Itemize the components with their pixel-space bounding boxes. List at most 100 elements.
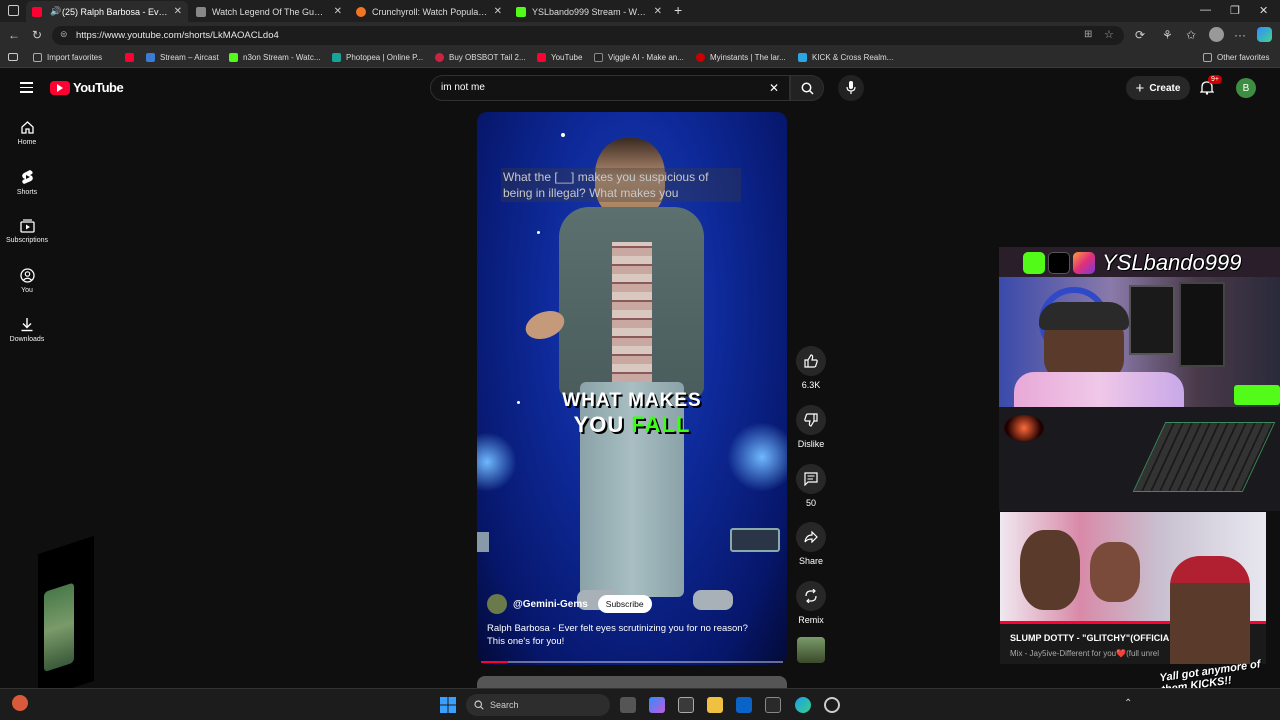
crowd-figure <box>1090 542 1140 602</box>
kick-favicon-icon <box>516 6 526 17</box>
kick-badge-icon <box>1234 385 1280 405</box>
fav-youtube-icon-only[interactable] <box>125 53 139 62</box>
dislike-label: Dislike <box>797 439 825 449</box>
browser-tab-strip: 🔊 (25) Ralph Barbosa - Ever fel ✕ Watch … <box>0 0 1280 22</box>
address-bar[interactable]: ⊜ https://www.youtube.com/shorts/LkMAOAC… <box>52 26 1124 45</box>
fav-photopea[interactable]: Photopea | Online P... <box>332 53 423 62</box>
plus-icon: + <box>1135 79 1145 97</box>
progress-bar[interactable] <box>481 661 783 663</box>
sidebar-item-subscriptions[interactable]: Subscriptions <box>0 219 54 244</box>
kick-icon <box>1023 252 1045 274</box>
copilot-icon[interactable] <box>1257 27 1272 42</box>
create-button[interactable]: + Create <box>1126 76 1190 100</box>
fav-myinstants[interactable]: Myinstants | The lar... <box>696 53 786 62</box>
sound-thumbnail[interactable] <box>797 637 825 663</box>
outlook-icon[interactable] <box>736 697 752 713</box>
stage-monitor <box>730 528 780 552</box>
site-info-icon[interactable]: ⊜ <box>60 29 68 40</box>
more-options-icon[interactable]: ··· <box>1234 28 1246 42</box>
fav-obsbot[interactable]: Buy OBSBOT Tail 2... <box>435 53 526 62</box>
share-button[interactable]: Share <box>792 522 830 566</box>
close-window-icon[interactable]: ✕ <box>1259 4 1268 17</box>
app-icon[interactable] <box>765 697 781 713</box>
settings-gear-icon[interactable] <box>824 697 840 713</box>
channel-avatar[interactable] <box>487 594 507 614</box>
sidebar-toggle-icon[interactable] <box>8 53 18 61</box>
sidebar-item-downloads[interactable]: Downloads <box>0 317 54 343</box>
sidebar-item-shorts[interactable]: Shorts <box>0 169 54 196</box>
clear-search-icon[interactable]: ✕ <box>769 81 779 95</box>
video-description[interactable]: Ralph Barbosa - Ever felt eyes scrutiniz… <box>487 622 767 648</box>
remix-button[interactable]: Remix <box>792 581 830 625</box>
download-icon <box>21 318 33 332</box>
myinstants-icon <box>696 53 705 62</box>
close-tab-icon[interactable]: ✕ <box>654 6 662 17</box>
new-tab-button[interactable]: + <box>674 2 682 18</box>
like-count: 6.3K <box>801 380 821 390</box>
menu-icon[interactable] <box>20 82 33 93</box>
fav-viggle[interactable]: Viggle AI - Make an... <box>594 53 684 62</box>
tab-crunchyroll[interactable]: Crunchyroll: Watch Popular Anim ✕ <box>350 1 508 22</box>
search-input[interactable]: im not me ✕ <box>430 75 790 101</box>
youtube-logo[interactable]: YouTube <box>50 80 124 95</box>
file-explorer-icon[interactable] <box>707 697 723 713</box>
search-button[interactable] <box>790 75 824 101</box>
profile-icon[interactable] <box>1209 27 1224 42</box>
other-favorites[interactable]: Other favorites <box>1203 53 1269 62</box>
you-icon <box>19 268 35 283</box>
voice-search-button[interactable] <box>838 75 864 101</box>
dislike-button[interactable]: Dislike <box>792 405 830 449</box>
next-short-peek[interactable] <box>477 676 787 688</box>
tab-youtube[interactable]: 🔊 (25) Ralph Barbosa - Ever fel ✕ <box>26 1 188 22</box>
tray-chevron-up-icon[interactable]: ⌃ <box>1124 698 1132 709</box>
channel-name[interactable]: @Gemini-Gems <box>513 599 588 610</box>
tab-legend-guardians[interactable]: Watch Legend Of The Guardians: ✕ <box>190 1 348 22</box>
copilot-taskbar-icon[interactable] <box>649 697 665 713</box>
favorite-star-icon[interactable]: ☆ <box>1104 28 1114 41</box>
speaker-icon: 🔊 <box>50 6 62 16</box>
microphone-icon <box>846 81 856 94</box>
shorts-icon <box>21 170 33 184</box>
star-light <box>561 133 565 137</box>
weather-widget-icon[interactable] <box>12 695 28 711</box>
minimize-icon[interactable]: — <box>1200 4 1211 16</box>
tab-kick-stream[interactable]: YSLbando999 Stream - Watch Liv ✕ <box>510 1 668 22</box>
fav-import[interactable]: Import favorites <box>33 53 102 62</box>
close-tab-icon[interactable]: ✕ <box>334 6 342 17</box>
remix-icon <box>805 589 817 603</box>
store-icon[interactable] <box>678 697 694 713</box>
browser-essentials-icon[interactable]: ⚘ <box>1162 28 1173 42</box>
notifications-button[interactable]: 9+ <box>1199 75 1222 100</box>
maximize-icon[interactable]: ❐ <box>1230 4 1240 17</box>
favorites-icon[interactable]: ✩ <box>1186 28 1196 42</box>
extensions-icon[interactable]: ⟳ <box>1135 28 1145 42</box>
tab-actions-icon[interactable] <box>8 5 19 16</box>
kick-icon <box>229 53 238 62</box>
app-available-icon[interactable]: ⊞ <box>1084 29 1092 40</box>
fav-kick-cross[interactable]: KICK & Cross Realm... <box>798 53 893 62</box>
sidebar-item-you[interactable]: You <box>0 268 54 294</box>
crowd-figure <box>1020 530 1080 610</box>
subscribe-button[interactable]: Subscribe <box>597 595 652 613</box>
task-view-icon[interactable] <box>620 697 636 713</box>
taskbar-search[interactable]: Search <box>466 694 610 716</box>
fav-label: Stream – Aircast <box>160 53 219 62</box>
shorts-video-player[interactable]: What the [__] makes you suspicious of be… <box>477 112 787 665</box>
edge-icon[interactable] <box>795 697 811 713</box>
stage-light <box>477 432 517 492</box>
aircast-icon <box>146 53 155 62</box>
close-tab-icon[interactable]: ✕ <box>494 6 502 17</box>
close-tab-icon[interactable]: ✕ <box>174 6 182 17</box>
music-subtitle: Mix - Jay5ive-Different for you❤️(full u… <box>1010 649 1159 658</box>
sidebar-item-home[interactable]: Home <box>0 120 54 146</box>
fav-aircast[interactable]: Stream – Aircast <box>146 53 219 62</box>
fav-n3on[interactable]: n3on Stream - Watc... <box>229 53 321 62</box>
fav-label: KICK & Cross Realm... <box>812 53 894 62</box>
fav-youtube[interactable]: YouTube <box>537 53 582 62</box>
back-icon[interactable]: ← <box>8 28 20 42</box>
windows-start-icon[interactable] <box>440 697 456 713</box>
comments-button[interactable]: 50 <box>792 464 830 508</box>
like-button[interactable]: 6.3K <box>792 346 830 390</box>
avatar[interactable]: B <box>1236 78 1256 98</box>
refresh-icon[interactable]: ↻ <box>32 28 42 42</box>
